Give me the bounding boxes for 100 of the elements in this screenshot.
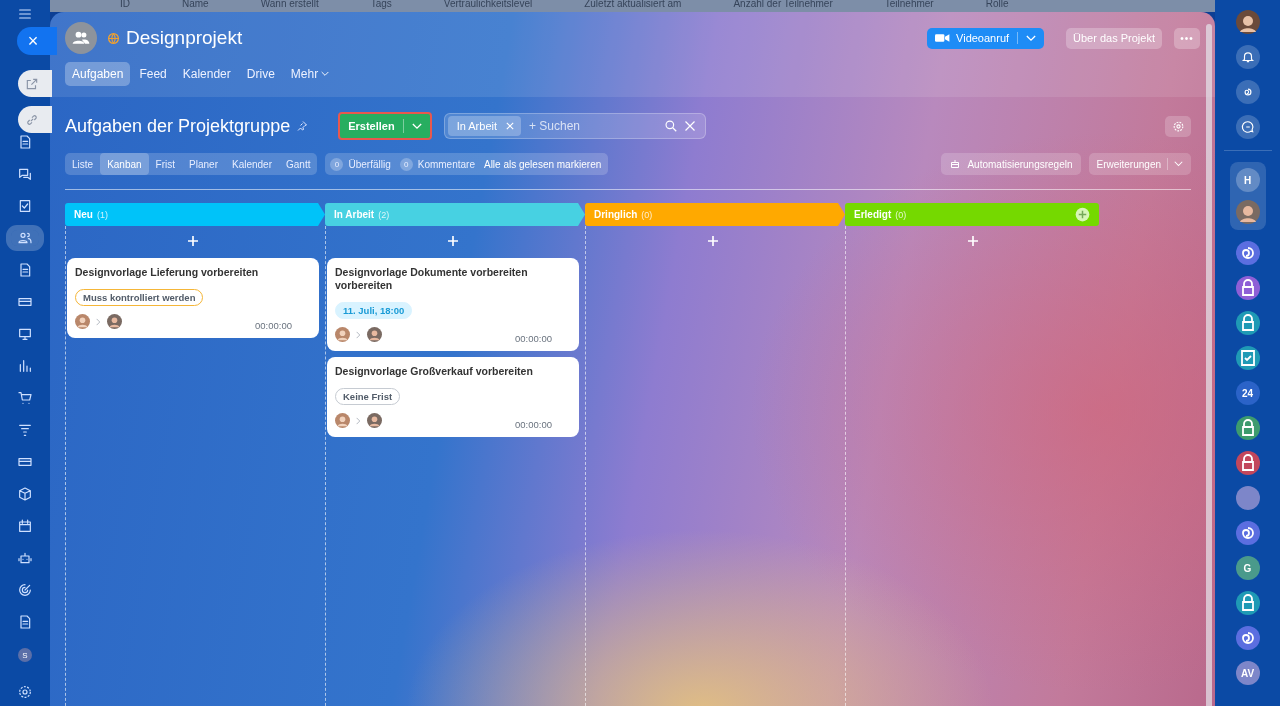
chat-avatar[interactable]: G	[1235, 556, 1260, 580]
column-count: (1)	[96, 209, 108, 220]
table-column-header: Zuletzt aktualisiert am	[584, 0, 682, 6]
table-column-header: Rolle	[985, 0, 1009, 6]
view-tab[interactable]: Frist	[148, 153, 183, 175]
view-tab[interactable]: Kanban	[100, 153, 149, 175]
project-tab[interactable]: Drive	[239, 62, 282, 86]
settings-button[interactable]	[1165, 115, 1191, 137]
caret-icon	[1174, 161, 1183, 167]
extensions-button[interactable]: Erweiterungen	[1088, 153, 1191, 175]
task-title: Designvorlage Lieferung vorbereiten	[75, 266, 259, 279]
column-count: (2)	[378, 209, 390, 220]
user-avatar-icon[interactable]	[1235, 10, 1260, 34]
view-tab[interactable]: Liste	[65, 153, 101, 175]
chat-icon[interactable]	[1235, 521, 1260, 545]
pin-icon[interactable]	[296, 120, 309, 132]
create-button[interactable]: Erstellen	[338, 112, 432, 140]
task-card[interactable]: Designvorlage Dokumente vorbereiten vorbereiten 11. Juli, 18:00 00:00:00	[327, 258, 579, 351]
task-tag: 11. Juli, 18:00	[335, 302, 413, 319]
project-tab[interactable]: Feed	[132, 62, 174, 86]
view-tab[interactable]: Gantt	[279, 153, 318, 175]
column-count: (0)	[641, 209, 653, 220]
table-column-header: Wann erstellt	[260, 0, 319, 6]
nav-icon	[17, 486, 33, 502]
chat-avatar[interactable]: AV	[1235, 661, 1260, 685]
close-button[interactable]: ×	[17, 27, 57, 55]
user-avatar-icon	[367, 327, 382, 342]
counter-link[interactable]: Überfällig	[348, 158, 391, 170]
settings-icon[interactable]	[17, 684, 33, 700]
video-call-button[interactable]: Videoanruf	[927, 27, 1045, 49]
chat-icon[interactable]	[1235, 591, 1260, 615]
robot-icon	[949, 158, 962, 170]
user-avatar-icon	[367, 413, 382, 428]
task-title: Designvorlage Großverkauf vorbereiten	[335, 365, 533, 378]
link-icon	[25, 112, 39, 127]
chat-icon[interactable]	[1235, 346, 1260, 370]
table-column-header: Anzahl der Teilnehmer	[733, 0, 833, 6]
caret-icon	[1026, 34, 1037, 42]
user-initial-badge[interactable]: S	[18, 648, 32, 662]
caret-icon	[411, 122, 422, 130]
open-in-new-tab-button[interactable]	[18, 70, 52, 97]
time-tracker: 00:00:00	[255, 320, 292, 331]
notifications-button[interactable]	[1235, 45, 1260, 69]
group-avatar[interactable]: H	[1235, 168, 1260, 192]
user-avatar-icon[interactable]	[1235, 200, 1260, 224]
search-icon[interactable]	[663, 119, 678, 133]
user-avatar-icon	[75, 314, 90, 329]
column-title: Erledigt	[854, 209, 892, 220]
project-tab[interactable]: Kalender	[175, 62, 238, 86]
view-tab[interactable]: Kalender	[224, 153, 279, 175]
time-tracker: 00:00:00	[515, 419, 552, 430]
about-project-button[interactable]: Über das Projekt	[1066, 27, 1162, 49]
counter-link[interactable]: Kommentare	[417, 158, 475, 170]
nav-icon	[17, 134, 33, 150]
search-field[interactable]: In Arbeit + Suchen	[443, 113, 706, 139]
chevron-icon	[356, 330, 361, 339]
nav-icon	[17, 518, 33, 534]
scrollbar[interactable]	[1206, 24, 1212, 706]
nav-icon	[17, 422, 33, 438]
add-task-icon[interactable]	[968, 236, 978, 246]
nav-icon	[17, 166, 33, 182]
table-column-header: Teilnehmer	[884, 0, 934, 6]
clear-icon[interactable]	[683, 120, 696, 132]
chat-icon[interactable]	[1235, 416, 1260, 440]
chat-avatar[interactable]: 24	[1235, 381, 1260, 405]
globe-icon	[107, 31, 120, 45]
chat-search-button[interactable]	[1235, 115, 1260, 139]
column-title: Neu	[74, 209, 93, 220]
copy-link-button[interactable]	[18, 106, 52, 133]
add-task-icon[interactable]	[188, 236, 198, 246]
chat-icon[interactable]	[1235, 276, 1260, 300]
nav-icon	[17, 198, 33, 214]
chat-icon[interactable]	[1235, 451, 1260, 475]
nav-icon	[17, 262, 33, 278]
time-tracker: 00:00:00	[515, 333, 552, 344]
add-task-icon[interactable]	[708, 236, 718, 246]
add-task-icon[interactable]	[448, 236, 458, 246]
page-heading: Aufgaben der Projektgruppe	[65, 115, 291, 137]
user-avatar-icon	[335, 413, 350, 428]
table-column-header: Vertraulichkeitslevel	[443, 0, 533, 6]
automation-rules-button[interactable]: Automatisierungsregeln	[941, 153, 1081, 175]
more-button[interactable]: •••	[1174, 27, 1200, 49]
activity-button[interactable]	[1235, 80, 1260, 104]
project-tab[interactable]: Aufgaben	[65, 62, 131, 86]
counter-badge: 0	[399, 157, 413, 171]
view-tab[interactable]: Planer	[182, 153, 225, 175]
column-title: Dringlich	[594, 209, 638, 220]
chat-icon[interactable]	[1235, 311, 1260, 335]
chat-icon[interactable]	[1235, 241, 1260, 265]
external-link-icon	[25, 76, 39, 91]
user-avatar-icon	[335, 327, 350, 342]
project-tab[interactable]: Mehr	[283, 62, 337, 86]
task-card[interactable]: Designvorlage Lieferung vorbereiten Muss kontrolliert werden 00:00:00	[67, 258, 319, 338]
camera-icon	[935, 33, 951, 43]
task-card[interactable]: Designvorlage Großverkauf vorbereiten Keine Frist 00:00:00	[327, 357, 579, 437]
table-column-header: ID	[120, 0, 130, 6]
mark-all-read-link[interactable]: Alle als gelesen markieren	[483, 158, 602, 170]
filter-chip[interactable]: In Arbeit	[447, 116, 521, 136]
chat-icon[interactable]	[1235, 626, 1260, 650]
chat-icon	[1240, 120, 1255, 134]
